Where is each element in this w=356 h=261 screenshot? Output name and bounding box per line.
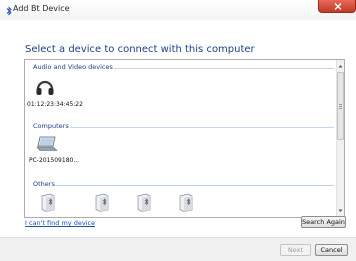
group-label: Computers (33, 122, 69, 130)
device-item[interactable]: 01:12:23:34:45:22 (27, 77, 83, 111)
headphones-icon (36, 80, 54, 95)
group-header-computers: Computers (30, 122, 335, 132)
cancel-button[interactable]: Cancel (315, 244, 348, 256)
divider (55, 185, 334, 186)
next-button[interactable]: Next (280, 244, 311, 256)
close-button[interactable] (318, 0, 356, 13)
bluetooth-icon (6, 6, 12, 16)
group-label: Others (33, 180, 55, 188)
close-icon (334, 3, 342, 10)
scroll-down-arrow-icon[interactable] (337, 207, 344, 214)
laptop-icon (36, 136, 58, 151)
generic-device-icon (41, 193, 55, 212)
window-title: Add Bt Device (13, 4, 70, 13)
generic-device-icon (179, 193, 193, 212)
group-header-others: Others (30, 180, 335, 190)
footer: Next Cancel (0, 237, 356, 261)
device-name: 01:12:23:34:45:22 (27, 101, 83, 108)
group-label: Audio and Video devices (33, 63, 113, 71)
device-name: PC-201509180... (29, 157, 80, 164)
divider (70, 127, 334, 128)
generic-device-icon (137, 193, 151, 212)
device-item[interactable]: PC-201509180... (29, 135, 80, 169)
group-header-audio-video: Audio and Video devices (30, 63, 335, 73)
device-item[interactable] (41, 193, 55, 213)
search-again-button[interactable]: Search Again (301, 216, 346, 228)
grip-line (339, 108, 342, 109)
scroll-up-arrow-icon[interactable] (337, 63, 344, 70)
device-item[interactable] (179, 193, 193, 213)
device-item[interactable] (137, 193, 151, 213)
divider (114, 68, 334, 69)
grip-line (339, 104, 342, 105)
vertical-scrollbar[interactable] (336, 60, 344, 217)
device-item[interactable] (95, 193, 109, 213)
generic-device-icon (95, 193, 109, 212)
title-bar: Add Bt Device (0, 0, 356, 20)
grip-line (339, 106, 342, 107)
scrollbar-thumb[interactable] (337, 72, 344, 140)
page-heading: Select a device to connect with this com… (25, 44, 255, 55)
device-list[interactable]: Audio and Video devices 01:12:23:34:45:2… (24, 59, 345, 218)
cant-find-device-link[interactable]: I can't find my device (25, 219, 95, 227)
